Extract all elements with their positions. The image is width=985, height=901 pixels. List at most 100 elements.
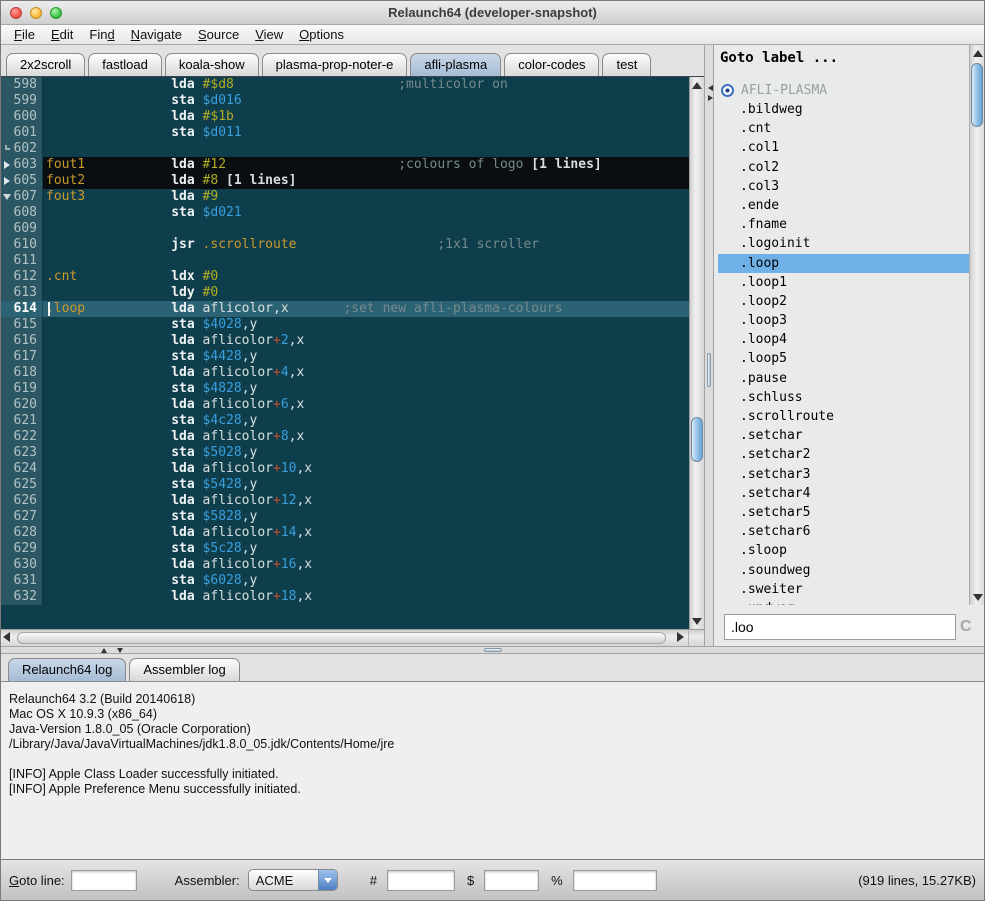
log-tab-assembler-log[interactable]: Assembler log (129, 658, 239, 681)
scroll-down-icon[interactable] (690, 613, 704, 629)
tab-2x2scroll[interactable]: 2x2scroll (6, 53, 85, 76)
editor-line-614[interactable]: 614.loop lda aflicolor,x ;set new afli-p… (1, 301, 689, 317)
editor-line-629[interactable]: 629 sta $5c28,y (1, 541, 689, 557)
label-item-setchar6[interactable]: .setchar6 (718, 522, 969, 541)
editor-line-605[interactable]: 605fout2 lda #8 [1 lines] (1, 173, 689, 189)
label-item-schluss[interactable]: .schluss (718, 388, 969, 407)
sidebar-scrollbar[interactable] (969, 45, 985, 605)
label-item-scrollroute[interactable]: .scrollroute (718, 407, 969, 426)
editor-line-627[interactable]: 627 sta $5828,y (1, 509, 689, 525)
menu-view[interactable]: View (247, 27, 291, 42)
label-item-col3[interactable]: .col3 (718, 177, 969, 196)
tab-afli-plasma[interactable]: afli-plasma (410, 53, 501, 76)
scroll-up-icon[interactable] (690, 77, 704, 93)
label-item-setchar[interactable]: .setchar (718, 426, 969, 445)
fold-expanded-icon[interactable] (3, 194, 11, 200)
editor-line-630[interactable]: 630 lda aflicolor+16,x (1, 557, 689, 573)
hash-input[interactable] (387, 870, 455, 891)
menu-source[interactable]: Source (190, 27, 247, 42)
splitter-grip[interactable] (484, 648, 502, 652)
tab-test[interactable]: test (602, 53, 651, 76)
tab-fastload[interactable]: fastload (88, 53, 162, 76)
label-item-loop1[interactable]: .loop1 (718, 273, 969, 292)
label-item-bildweg[interactable]: .bildweg (718, 100, 969, 119)
label-item-ende[interactable]: .ende (718, 196, 969, 215)
editor-line-603[interactable]: 603fout1 lda #12 ;colours of logo [1 lin… (1, 157, 689, 173)
label-item-cnt[interactable]: .cnt (718, 119, 969, 138)
editor-line-622[interactable]: 622 lda aflicolor+8,x (1, 429, 689, 445)
menu-navigate[interactable]: Navigate (123, 27, 190, 42)
label-item-fname[interactable]: .fname (718, 215, 969, 234)
fold-collapsed-icon[interactable] (4, 161, 10, 169)
editor-line-598[interactable]: 598 lda #$d8 ;multicolor on (1, 77, 689, 93)
editor-line-621[interactable]: 621 sta $4c28,y (1, 413, 689, 429)
editor-line-608[interactable]: 608 sta $d021 (1, 205, 689, 221)
log-tab-relaunch64-log[interactable]: Relaunch64 log (8, 658, 126, 681)
fold-collapsed-icon[interactable] (4, 177, 10, 185)
menu-options[interactable]: Options (291, 27, 352, 42)
scroll-left-icon[interactable] (3, 632, 10, 642)
tab-color-codes[interactable]: color-codes (504, 53, 599, 76)
editor-line-628[interactable]: 628 lda aflicolor+14,x (1, 525, 689, 541)
label-item-loop4[interactable]: .loop4 (718, 330, 969, 349)
editor-line-609[interactable]: 609 (1, 221, 689, 237)
label-filter-input[interactable] (724, 614, 956, 640)
menu-find[interactable]: Find (81, 27, 122, 42)
editor-line-610[interactable]: 610 jsr .scrollroute ;1x1 scroller (1, 237, 689, 253)
editor-line-623[interactable]: 623 sta $5028,y (1, 445, 689, 461)
splitter-collapse-right-icon[interactable] (708, 95, 713, 101)
label-item-sloop[interactable]: .sloop (718, 541, 969, 560)
editor-line-602[interactable]: 602 (1, 141, 689, 157)
editor-line-600[interactable]: 600 lda #$1b (1, 109, 689, 125)
label-item-loop2[interactable]: .loop2 (718, 292, 969, 311)
splitter-grip[interactable] (707, 353, 711, 387)
label-item-logoinit[interactable]: .logoinit (718, 234, 969, 253)
percent-input[interactable] (573, 870, 657, 891)
label-item-setchar5[interactable]: .setchar5 (718, 503, 969, 522)
scroll-up-icon[interactable] (970, 45, 985, 61)
label-item-loop5[interactable]: .loop5 (718, 349, 969, 368)
editor-line-599[interactable]: 599 sta $d016 (1, 93, 689, 109)
horizontal-splitter[interactable] (1, 646, 984, 654)
menu-edit[interactable]: Edit (43, 27, 81, 42)
dollar-input[interactable] (484, 870, 539, 891)
label-item-sweiter[interactable]: .sweiter (718, 580, 969, 599)
label-item-pause[interactable]: .pause (718, 369, 969, 388)
editor-code[interactable]: 598 lda #$d8 ;multicolor on599 sta $d016… (1, 77, 689, 629)
label-item-setchar3[interactable]: .setchar3 (718, 465, 969, 484)
splitter-collapse-up-icon[interactable] (101, 648, 107, 653)
editor-hscroll-thumb[interactable] (17, 632, 666, 644)
editor-horizontal-scrollbar[interactable] (1, 629, 704, 646)
label-item-soundweg[interactable]: .soundweg (718, 561, 969, 580)
label-item-undweg[interactable]: .undweg (718, 599, 969, 605)
editor-line-618[interactable]: 618 lda aflicolor+4,x (1, 365, 689, 381)
refresh-icon[interactable]: C (960, 618, 972, 636)
menu-file[interactable]: File (6, 27, 43, 42)
label-item-loop3[interactable]: .loop3 (718, 311, 969, 330)
editor-line-601[interactable]: 601 sta $d011 (1, 125, 689, 141)
label-item-setchar4[interactable]: .setchar4 (718, 484, 969, 503)
vertical-splitter[interactable] (704, 45, 714, 646)
tab-koala-show[interactable]: koala-show (165, 53, 259, 76)
editor-vertical-scrollbar[interactable] (689, 77, 704, 629)
assembler-select[interactable]: ACME (248, 869, 338, 891)
label-item-setchar2[interactable]: .setchar2 (718, 445, 969, 464)
editor-line-625[interactable]: 625 sta $5428,y (1, 477, 689, 493)
editor-line-617[interactable]: 617 sta $4428,y (1, 349, 689, 365)
scroll-right-icon[interactable] (677, 632, 684, 642)
editor-line-624[interactable]: 624 lda aflicolor+10,x (1, 461, 689, 477)
editor-line-620[interactable]: 620 lda aflicolor+6,x (1, 397, 689, 413)
label-item-col2[interactable]: .col2 (718, 158, 969, 177)
tab-plasma-prop-noter-e[interactable]: plasma-prop-noter-e (262, 53, 408, 76)
splitter-collapse-left-icon[interactable] (708, 85, 713, 91)
editor-vscroll-thumb[interactable] (691, 417, 703, 462)
sidebar-scroll-thumb[interactable] (971, 63, 983, 127)
editor-line-619[interactable]: 619 sta $4828,y (1, 381, 689, 397)
editor-line-611[interactable]: 611 (1, 253, 689, 269)
label-item-loop[interactable]: .loop (718, 254, 969, 273)
splitter-collapse-down-icon[interactable] (117, 648, 123, 653)
goto-line-input[interactable] (71, 870, 137, 891)
editor-line-616[interactable]: 616 lda aflicolor+2,x (1, 333, 689, 349)
dropdown-arrow-icon[interactable] (318, 870, 337, 890)
label-item-col1[interactable]: .col1 (718, 138, 969, 157)
